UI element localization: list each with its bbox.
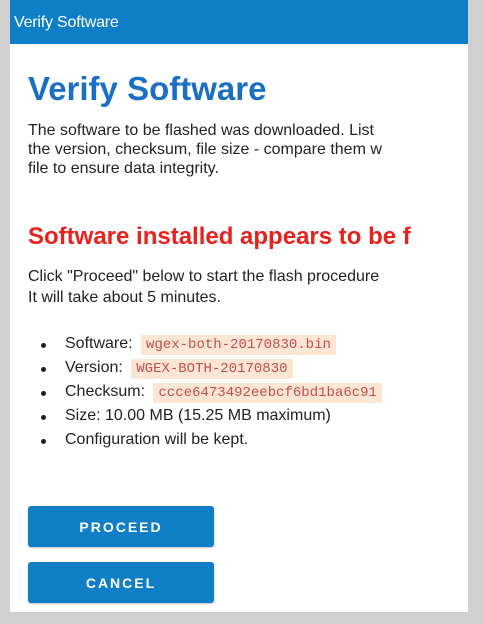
software-label: Software: — [65, 335, 133, 352]
list-item-version: Version: WGEX-BOTH-20170830 — [28, 356, 382, 380]
size-text: Size: 10.00 MB (15.25 MB maximum) — [65, 407, 331, 424]
version-label: Version: — [65, 359, 123, 376]
proceed-button[interactable]: PROCEED — [28, 506, 214, 547]
dialog-content: Verify Software The software to be flash… — [10, 44, 468, 612]
software-filename: wgex-both-20170830.bin — [141, 335, 336, 355]
title-bar: Verify Software — [10, 0, 468, 44]
checksum-value: ccce6473492eebcf6bd1ba6c91 — [153, 383, 382, 403]
window-title: Verify Software — [14, 14, 119, 31]
description: The software to be flashed was downloade… — [28, 121, 468, 178]
cancel-button[interactable]: CANCEL — [28, 562, 214, 603]
page-title: Verify Software — [28, 70, 267, 107]
version-value: WGEX-BOTH-20170830 — [131, 359, 293, 379]
description-line: file to ensure data integrity. — [28, 160, 219, 177]
instructions-line: It will take about 5 minutes. — [28, 289, 221, 306]
list-item-software: Software: wgex-both-20170830.bin — [28, 332, 382, 356]
warning-heading: Software installed appears to be f — [28, 223, 411, 250]
description-line: the version, checksum, file size - compa… — [28, 141, 382, 158]
configuration-text: Configuration will be kept. — [65, 431, 249, 448]
verify-software-dialog: Verify Software Verify Software The soft… — [10, 0, 468, 612]
software-details-list: Software: wgex-both-20170830.bin Version… — [28, 332, 382, 452]
checksum-label: Checksum: — [65, 383, 146, 400]
instructions-line: Click "Proceed" below to start the flash… — [28, 268, 380, 285]
list-item-size: Size: 10.00 MB (15.25 MB maximum) — [28, 404, 382, 428]
list-item-checksum: Checksum: ccce6473492eebcf6bd1ba6c91 — [28, 380, 382, 404]
instructions: Click "Proceed" below to start the flash… — [28, 266, 379, 308]
list-item-configuration: Configuration will be kept. — [28, 428, 382, 452]
description-line: The software to be flashed was downloade… — [28, 122, 374, 139]
